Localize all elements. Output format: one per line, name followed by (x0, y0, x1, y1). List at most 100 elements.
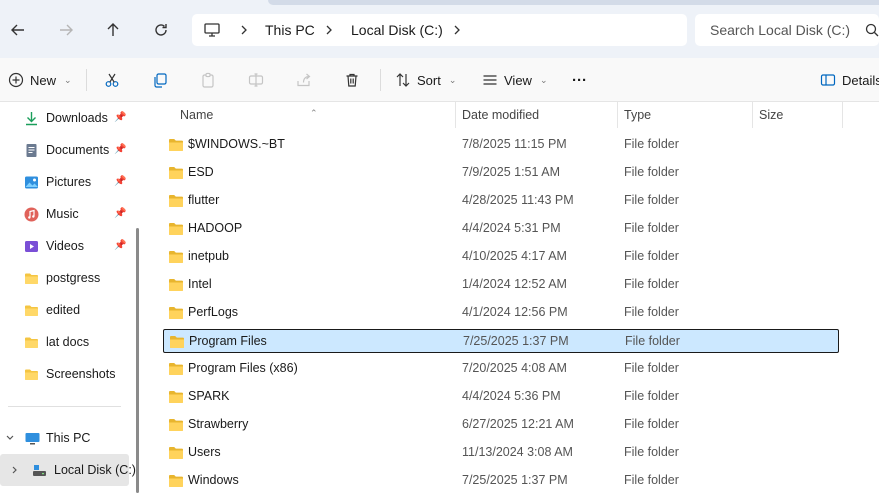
forward-button[interactable] (53, 17, 79, 43)
chevron-down-icon: ⌄ (64, 74, 72, 85)
nav-item-this-pc[interactable]: This PC (0, 424, 131, 452)
nav-item-postgress[interactable]: postgress (0, 264, 131, 292)
pin-icon[interactable]: 📌 (114, 240, 126, 251)
new-button[interactable]: New ⌄ (8, 67, 72, 93)
download-icon (26, 112, 37, 126)
file-row[interactable]: Program Files 7/25/2025 1:37 PM File folde… (163, 329, 839, 353)
folder-icon (169, 419, 183, 431)
chevron-right-icon[interactable] (451, 23, 463, 37)
arrow-up-icon (107, 23, 119, 36)
column-header-size[interactable]: Size (753, 102, 843, 128)
file-row[interactable]: $WINDOWS.~BT 7/8/2025 11:15 PM File folder (163, 133, 839, 157)
pin-icon[interactable]: 📌 (114, 176, 126, 187)
file-date-modified: 7/25/2025 1:37 PM (463, 334, 569, 348)
back-button[interactable] (5, 17, 31, 43)
details-pane-button[interactable]: Details (820, 67, 879, 93)
nav-item-documents[interactable]: Documents 📌 (0, 136, 131, 164)
file-date-modified: 4/28/2025 11:43 PM (462, 193, 574, 207)
file-name: Intel (188, 277, 212, 291)
rename-button[interactable] (248, 67, 264, 93)
nav-item-pictures[interactable]: Pictures 📌 (0, 168, 131, 196)
column-header-label: Name (180, 108, 214, 122)
nav-item-music[interactable]: Music 📌 (0, 200, 131, 228)
folder-icon (169, 363, 183, 375)
file-row[interactable]: Windows 7/25/2025 1:37 PM File folder (163, 469, 839, 493)
pin-icon[interactable]: 📌 (114, 112, 126, 123)
more-icon: ··· (572, 71, 587, 89)
file-type: File folder (624, 445, 679, 459)
nav-item-downloads[interactable]: Downloads 📌 (0, 104, 131, 132)
file-type: File folder (624, 277, 679, 291)
file-list: ⌃ Name Date modified Type Size $WINDOWS.… (146, 102, 879, 493)
column-header-date[interactable]: Date modified (456, 102, 617, 128)
share-icon (297, 73, 311, 87)
column-divider[interactable] (842, 102, 843, 128)
videos-icon (25, 241, 38, 252)
folder-icon (169, 195, 183, 207)
view-button[interactable]: View ⌄ (482, 67, 548, 93)
breadcrumb-this-pc[interactable]: This PC (265, 22, 315, 38)
breadcrumb-local-disk[interactable]: Local Disk (C:) (351, 22, 443, 38)
file-type: File folder (624, 473, 679, 487)
nav-divider (8, 406, 121, 407)
rename-icon (248, 73, 264, 87)
file-row[interactable]: SPARK 4/4/2024 5:36 PM File folder (163, 385, 839, 409)
pin-icon[interactable]: 📌 (114, 144, 126, 155)
file-row[interactable]: PerfLogs 4/1/2024 12:56 PM File folder (163, 301, 839, 325)
chevron-right-icon[interactable] (10, 465, 20, 475)
chevron-right-icon[interactable] (323, 23, 335, 37)
file-name: PerfLogs (188, 305, 239, 319)
file-name: Windows (188, 473, 239, 487)
file-row[interactable]: flutter 4/28/2025 11:43 PM File folder (163, 189, 839, 213)
sort-button[interactable]: Sort ⌄ (395, 67, 456, 93)
nav-item-label: Local Disk (C:) (54, 463, 136, 477)
pin-icon[interactable]: 📌 (114, 208, 126, 219)
chevron-down-icon[interactable] (5, 433, 15, 443)
nav-item-local-disk[interactable]: Local Disk (C:) (0, 456, 136, 484)
nav-item-label: lat docs (46, 335, 90, 349)
share-button[interactable] (296, 67, 312, 93)
nav-item-videos[interactable]: Videos 📌 (0, 232, 131, 260)
copy-button[interactable] (152, 67, 168, 93)
file-date-modified: 6/27/2025 12:21 AM (462, 417, 574, 431)
file-type: File folder (625, 334, 680, 348)
file-date-modified: 1/4/2024 12:52 AM (462, 277, 567, 291)
file-row[interactable]: Users 11/13/2024 3:08 AM File folder (163, 441, 839, 465)
document-icon (26, 144, 37, 157)
nav-item-screenshots[interactable]: Screenshots (0, 360, 131, 388)
refresh-button[interactable] (148, 17, 174, 43)
chevron-right-icon[interactable] (238, 23, 250, 37)
file-row[interactable]: inetpub 4/10/2025 4:17 AM File folder (163, 245, 839, 269)
folder-icon (169, 251, 183, 263)
address-field[interactable]: This PC Local Disk (C:) (192, 14, 687, 46)
column-header-label: Size (759, 108, 784, 122)
clipboard-icon (202, 72, 214, 88)
file-name: inetpub (188, 249, 230, 263)
file-type: File folder (624, 249, 679, 263)
search-placeholder: Search Local Disk (C:) (710, 22, 851, 38)
file-row[interactable]: ESD 7/9/2025 1:51 AM File folder (163, 161, 839, 185)
nav-item-label: This PC (46, 431, 91, 445)
more-options-button[interactable]: ··· (572, 67, 587, 93)
nav-item-label: Downloads (46, 111, 108, 125)
plus-circle-icon (8, 72, 24, 88)
nav-item-lat-docs[interactable]: lat docs (0, 328, 131, 356)
up-button[interactable] (100, 17, 126, 43)
search-input[interactable]: Search Local Disk (C:) (695, 14, 879, 46)
nav-scrollbar[interactable] (136, 228, 139, 493)
folder-icon (25, 369, 38, 380)
column-header-type[interactable]: Type (618, 102, 752, 128)
delete-button[interactable] (344, 67, 360, 93)
file-type: File folder (624, 417, 679, 431)
paste-button[interactable] (200, 67, 216, 93)
file-row[interactable]: Strawberry 6/27/2025 12:21 AM File folder (163, 413, 839, 437)
view-list-icon (483, 75, 497, 85)
cut-button[interactable] (104, 67, 120, 93)
file-name: Strawberry (188, 417, 249, 431)
file-date-modified: 4/1/2024 12:56 PM (462, 305, 568, 319)
nav-item-edited[interactable]: edited (0, 296, 131, 324)
file-row[interactable]: Program Files (x86) 7/20/2025 4:08 AM File… (163, 357, 839, 381)
column-header-name[interactable]: ⌃ Name (146, 102, 456, 128)
file-row[interactable]: Intel 1/4/2024 12:52 AM File folder (163, 273, 839, 297)
file-row[interactable]: HADOOP 4/4/2024 5:31 PM File folder (163, 217, 839, 241)
